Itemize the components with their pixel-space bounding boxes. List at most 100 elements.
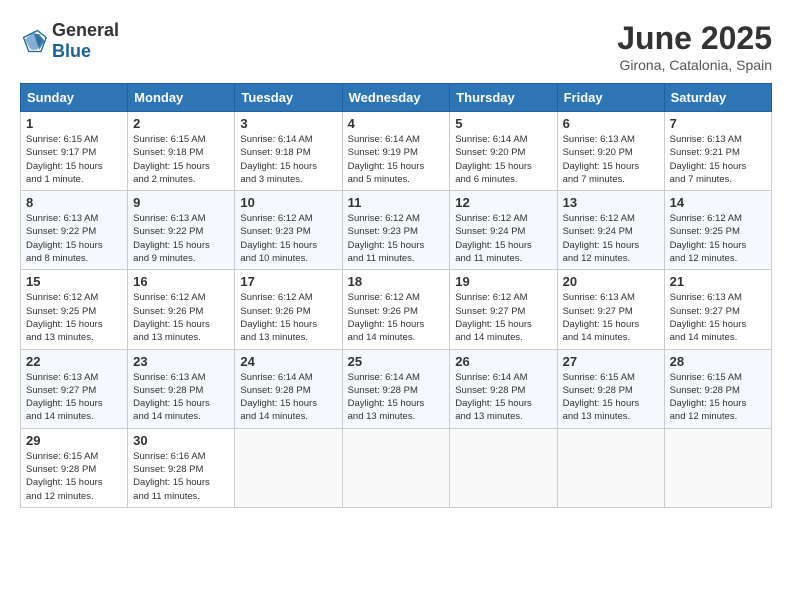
day-info: Sunrise: 6:12 AM Sunset: 9:23 PM Dayligh… (348, 212, 445, 265)
day-info: Sunrise: 6:14 AM Sunset: 9:28 PM Dayligh… (455, 371, 551, 424)
calendar-cell: 20 Sunrise: 6:13 AM Sunset: 9:27 PM Dayli… (557, 270, 664, 349)
day-number: 28 (670, 354, 766, 369)
calendar-cell (235, 428, 342, 507)
day-number: 27 (563, 354, 659, 369)
day-info: Sunrise: 6:13 AM Sunset: 9:28 PM Dayligh… (133, 371, 229, 424)
day-info: Sunrise: 6:13 AM Sunset: 9:21 PM Dayligh… (670, 133, 766, 186)
day-number: 7 (670, 116, 766, 131)
day-info: Sunrise: 6:12 AM Sunset: 9:24 PM Dayligh… (563, 212, 659, 265)
calendar-cell: 19 Sunrise: 6:12 AM Sunset: 9:27 PM Dayli… (450, 270, 557, 349)
weekday-friday: Friday (557, 84, 664, 112)
day-number: 12 (455, 195, 551, 210)
calendar-cell: 26 Sunrise: 6:14 AM Sunset: 9:28 PM Dayli… (450, 349, 557, 428)
calendar-cell: 9Sunrise: 6:13 AM Sunset: 9:22 PM Daylig… (128, 191, 235, 270)
calendar-cell (664, 428, 771, 507)
day-number: 3 (240, 116, 336, 131)
calendar-cell: 15 Sunrise: 6:12 AM Sunset: 9:25 PM Dayli… (21, 270, 128, 349)
logo: General Blue (20, 20, 119, 62)
day-number: 11 (348, 195, 445, 210)
calendar-cell: 24Sunrise: 6:14 AM Sunset: 9:28 PM Dayli… (235, 349, 342, 428)
calendar-week-4: 29 Sunrise: 6:15 AM Sunset: 9:28 PM Dayli… (21, 428, 772, 507)
day-info: Sunrise: 6:13 AM Sunset: 9:27 PM Dayligh… (563, 291, 659, 344)
day-info: Sunrise: 6:13 AM Sunset: 9:22 PM Dayligh… (26, 212, 122, 265)
calendar-week-2: 15 Sunrise: 6:12 AM Sunset: 9:25 PM Dayli… (21, 270, 772, 349)
day-number: 25 (348, 354, 445, 369)
day-number: 8 (26, 195, 122, 210)
calendar-body: 1 Sunrise: 6:15 AM Sunset: 9:17 PM Daylig… (21, 112, 772, 508)
day-number: 21 (670, 274, 766, 289)
day-number: 19 (455, 274, 551, 289)
day-number: 22 (26, 354, 122, 369)
calendar-cell: 1 Sunrise: 6:15 AM Sunset: 9:17 PM Daylig… (21, 112, 128, 191)
day-info: Sunrise: 6:13 AM Sunset: 9:27 PM Dayligh… (26, 371, 122, 424)
day-info: Sunrise: 6:13 AM Sunset: 9:20 PM Dayligh… (563, 133, 659, 186)
logo-general-text: General (52, 20, 119, 40)
calendar-cell: 14 Sunrise: 6:12 AM Sunset: 9:25 PM Dayli… (664, 191, 771, 270)
day-info: Sunrise: 6:15 AM Sunset: 9:28 PM Dayligh… (563, 371, 659, 424)
day-number: 23 (133, 354, 229, 369)
calendar-cell: 21Sunrise: 6:13 AM Sunset: 9:27 PM Dayli… (664, 270, 771, 349)
day-number: 1 (26, 116, 122, 131)
day-info: Sunrise: 6:15 AM Sunset: 9:28 PM Dayligh… (670, 371, 766, 424)
day-number: 2 (133, 116, 229, 131)
day-info: Sunrise: 6:12 AM Sunset: 9:27 PM Dayligh… (455, 291, 551, 344)
calendar-cell: 3 Sunrise: 6:14 AM Sunset: 9:18 PM Daylig… (235, 112, 342, 191)
calendar-cell: 6 Sunrise: 6:13 AM Sunset: 9:20 PM Daylig… (557, 112, 664, 191)
title-area: June 2025 Girona, Catalonia, Spain (617, 20, 772, 73)
day-info: Sunrise: 6:12 AM Sunset: 9:24 PM Dayligh… (455, 212, 551, 265)
calendar-cell: 11 Sunrise: 6:12 AM Sunset: 9:23 PM Dayli… (342, 191, 450, 270)
month-title: June 2025 (617, 20, 772, 57)
day-number: 26 (455, 354, 551, 369)
day-info: Sunrise: 6:16 AM Sunset: 9:28 PM Dayligh… (133, 450, 229, 503)
calendar-cell: 7 Sunrise: 6:13 AM Sunset: 9:21 PM Daylig… (664, 112, 771, 191)
day-number: 29 (26, 433, 122, 448)
day-number: 10 (240, 195, 336, 210)
day-info: Sunrise: 6:12 AM Sunset: 9:26 PM Dayligh… (133, 291, 229, 344)
calendar-cell: 28 Sunrise: 6:15 AM Sunset: 9:28 PM Dayli… (664, 349, 771, 428)
calendar-cell: 5Sunrise: 6:14 AM Sunset: 9:20 PM Daylig… (450, 112, 557, 191)
day-number: 5 (455, 116, 551, 131)
calendar-cell: 8 Sunrise: 6:13 AM Sunset: 9:22 PM Daylig… (21, 191, 128, 270)
weekday-thursday: Thursday (450, 84, 557, 112)
location-title: Girona, Catalonia, Spain (617, 57, 772, 73)
weekday-saturday: Saturday (664, 84, 771, 112)
calendar-cell: 10 Sunrise: 6:12 AM Sunset: 9:23 PM Dayli… (235, 191, 342, 270)
day-number: 14 (670, 195, 766, 210)
day-info: Sunrise: 6:14 AM Sunset: 9:19 PM Dayligh… (348, 133, 445, 186)
calendar-cell: 18Sunrise: 6:12 AM Sunset: 9:26 PM Dayli… (342, 270, 450, 349)
day-number: 4 (348, 116, 445, 131)
calendar-cell (557, 428, 664, 507)
day-number: 13 (563, 195, 659, 210)
calendar-cell: 23 Sunrise: 6:13 AM Sunset: 9:28 PM Dayli… (128, 349, 235, 428)
calendar-cell: 12 Sunrise: 6:12 AM Sunset: 9:24 PM Dayli… (450, 191, 557, 270)
calendar-cell (450, 428, 557, 507)
calendar-cell: 29 Sunrise: 6:15 AM Sunset: 9:28 PM Dayli… (21, 428, 128, 507)
day-info: Sunrise: 6:12 AM Sunset: 9:23 PM Dayligh… (240, 212, 336, 265)
day-info: Sunrise: 6:12 AM Sunset: 9:25 PM Dayligh… (670, 212, 766, 265)
weekday-header-row: SundayMondayTuesdayWednesdayThursdayFrid… (21, 84, 772, 112)
day-number: 30 (133, 433, 229, 448)
calendar-cell: 4 Sunrise: 6:14 AM Sunset: 9:19 PM Daylig… (342, 112, 450, 191)
calendar-week-3: 22 Sunrise: 6:13 AM Sunset: 9:27 PM Dayli… (21, 349, 772, 428)
logo-blue-text: Blue (52, 41, 91, 61)
calendar-cell (342, 428, 450, 507)
weekday-wednesday: Wednesday (342, 84, 450, 112)
day-number: 15 (26, 274, 122, 289)
calendar-table: SundayMondayTuesdayWednesdayThursdayFrid… (20, 83, 772, 508)
calendar-cell: 16Sunrise: 6:12 AM Sunset: 9:26 PM Dayli… (128, 270, 235, 349)
day-info: Sunrise: 6:14 AM Sunset: 9:28 PM Dayligh… (348, 371, 445, 424)
day-info: Sunrise: 6:15 AM Sunset: 9:17 PM Dayligh… (26, 133, 122, 186)
day-number: 6 (563, 116, 659, 131)
day-info: Sunrise: 6:15 AM Sunset: 9:18 PM Dayligh… (133, 133, 229, 186)
day-info: Sunrise: 6:14 AM Sunset: 9:18 PM Dayligh… (240, 133, 336, 186)
calendar-week-0: 1 Sunrise: 6:15 AM Sunset: 9:17 PM Daylig… (21, 112, 772, 191)
day-number: 24 (240, 354, 336, 369)
calendar-cell: 13 Sunrise: 6:12 AM Sunset: 9:24 PM Dayli… (557, 191, 664, 270)
calendar-cell: 25 Sunrise: 6:14 AM Sunset: 9:28 PM Dayli… (342, 349, 450, 428)
day-info: Sunrise: 6:12 AM Sunset: 9:25 PM Dayligh… (26, 291, 122, 344)
header: General Blue June 2025 Girona, Catalonia… (20, 20, 772, 73)
logo-icon (20, 27, 48, 55)
day-info: Sunrise: 6:15 AM Sunset: 9:28 PM Dayligh… (26, 450, 122, 503)
day-number: 20 (563, 274, 659, 289)
calendar-cell: 2 Sunrise: 6:15 AM Sunset: 9:18 PM Daylig… (128, 112, 235, 191)
